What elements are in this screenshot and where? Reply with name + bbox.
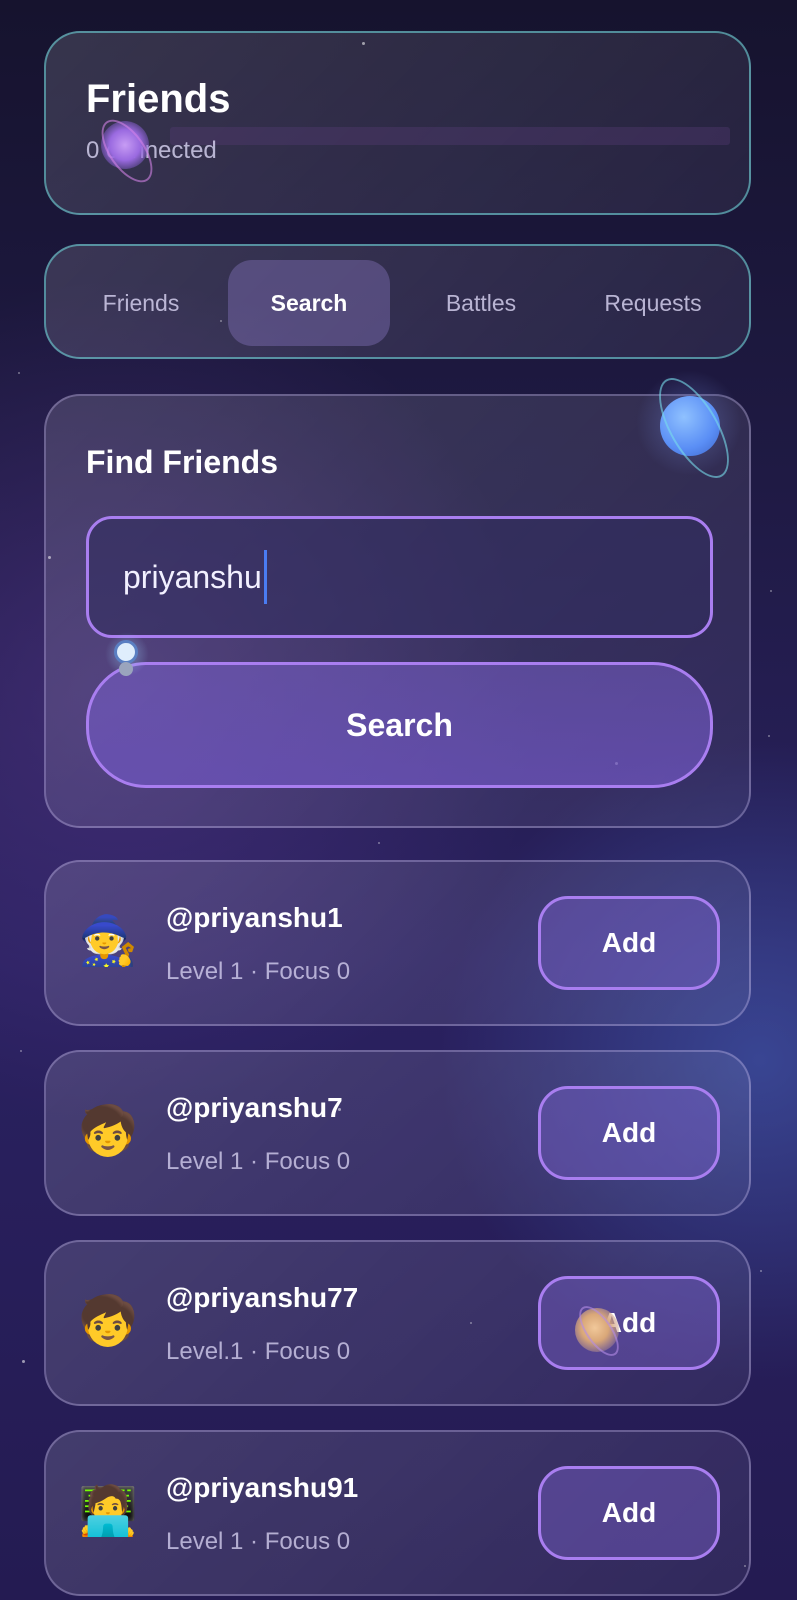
result-card: 🧑‍💻 @priyanshu91 Level 1 · Focus 0 Add (44, 1430, 751, 1596)
star-decoration (768, 735, 770, 737)
child-avatar-icon: 🧒 (78, 1295, 138, 1348)
result-stats: Level 1 · Focus 0 (166, 958, 351, 985)
header-card: Friends 0 connected (44, 31, 751, 215)
star-decoration (770, 590, 772, 592)
coder-avatar-icon: 🧑‍💻 (78, 1485, 138, 1538)
tab-search[interactable]: Search (228, 260, 390, 346)
star-decoration (20, 1050, 22, 1052)
search-input[interactable]: priyanshu (86, 516, 713, 638)
star-decoration (22, 1360, 25, 1363)
tab-battles[interactable]: Battles (400, 260, 562, 346)
find-friends-card: Find Friends priyanshu Search (44, 394, 751, 828)
result-stats: Level 1 · Focus 0 (166, 1528, 351, 1555)
result-card: 🧒 @priyanshu77 Level.1 · Focus 0 Add (44, 1240, 751, 1406)
tab-bar: Friends Search Battles Requests (44, 244, 751, 359)
result-stats: Level.1 · Focus 0 (166, 1338, 351, 1365)
add-friend-button[interactable]: Add (538, 1466, 720, 1560)
result-username: @priyanshu77 (166, 1282, 359, 1313)
star-decoration (18, 372, 20, 374)
result-stats: Level 1 · Focus 0 (166, 1148, 351, 1175)
add-friend-button[interactable]: Add (538, 1086, 720, 1180)
add-friend-button[interactable]: Add (538, 1276, 720, 1370)
result-card: 🧒 @priyanshu7 Level 1 · Focus 0 Add (44, 1050, 751, 1216)
tab-friends[interactable]: Friends (60, 260, 222, 346)
page-title: Friends (86, 77, 231, 121)
astronaut-icon (114, 640, 138, 664)
add-friend-button[interactable]: Add (538, 896, 720, 990)
connection-progress-bar (170, 127, 730, 145)
search-button[interactable]: Search (86, 662, 713, 788)
result-username: @priyanshu7 (166, 1092, 343, 1123)
find-friends-title: Find Friends (86, 444, 278, 480)
text-caret (263, 550, 267, 604)
star-decoration (378, 842, 380, 844)
star-decoration (760, 1270, 762, 1272)
child-avatar-icon: 🧒 (78, 1105, 138, 1158)
result-username: @priyanshu91 (166, 1472, 359, 1503)
wizard-avatar-icon: 🧙 (78, 915, 138, 968)
result-card: 🧙 @priyanshu1 Level 1 · Focus 0 Add (44, 860, 751, 1026)
astronaut-body-icon (119, 662, 133, 676)
result-username: @priyanshu1 (166, 902, 343, 933)
tab-requests[interactable]: Requests (572, 260, 734, 346)
search-input-value: priyanshu (123, 558, 262, 595)
